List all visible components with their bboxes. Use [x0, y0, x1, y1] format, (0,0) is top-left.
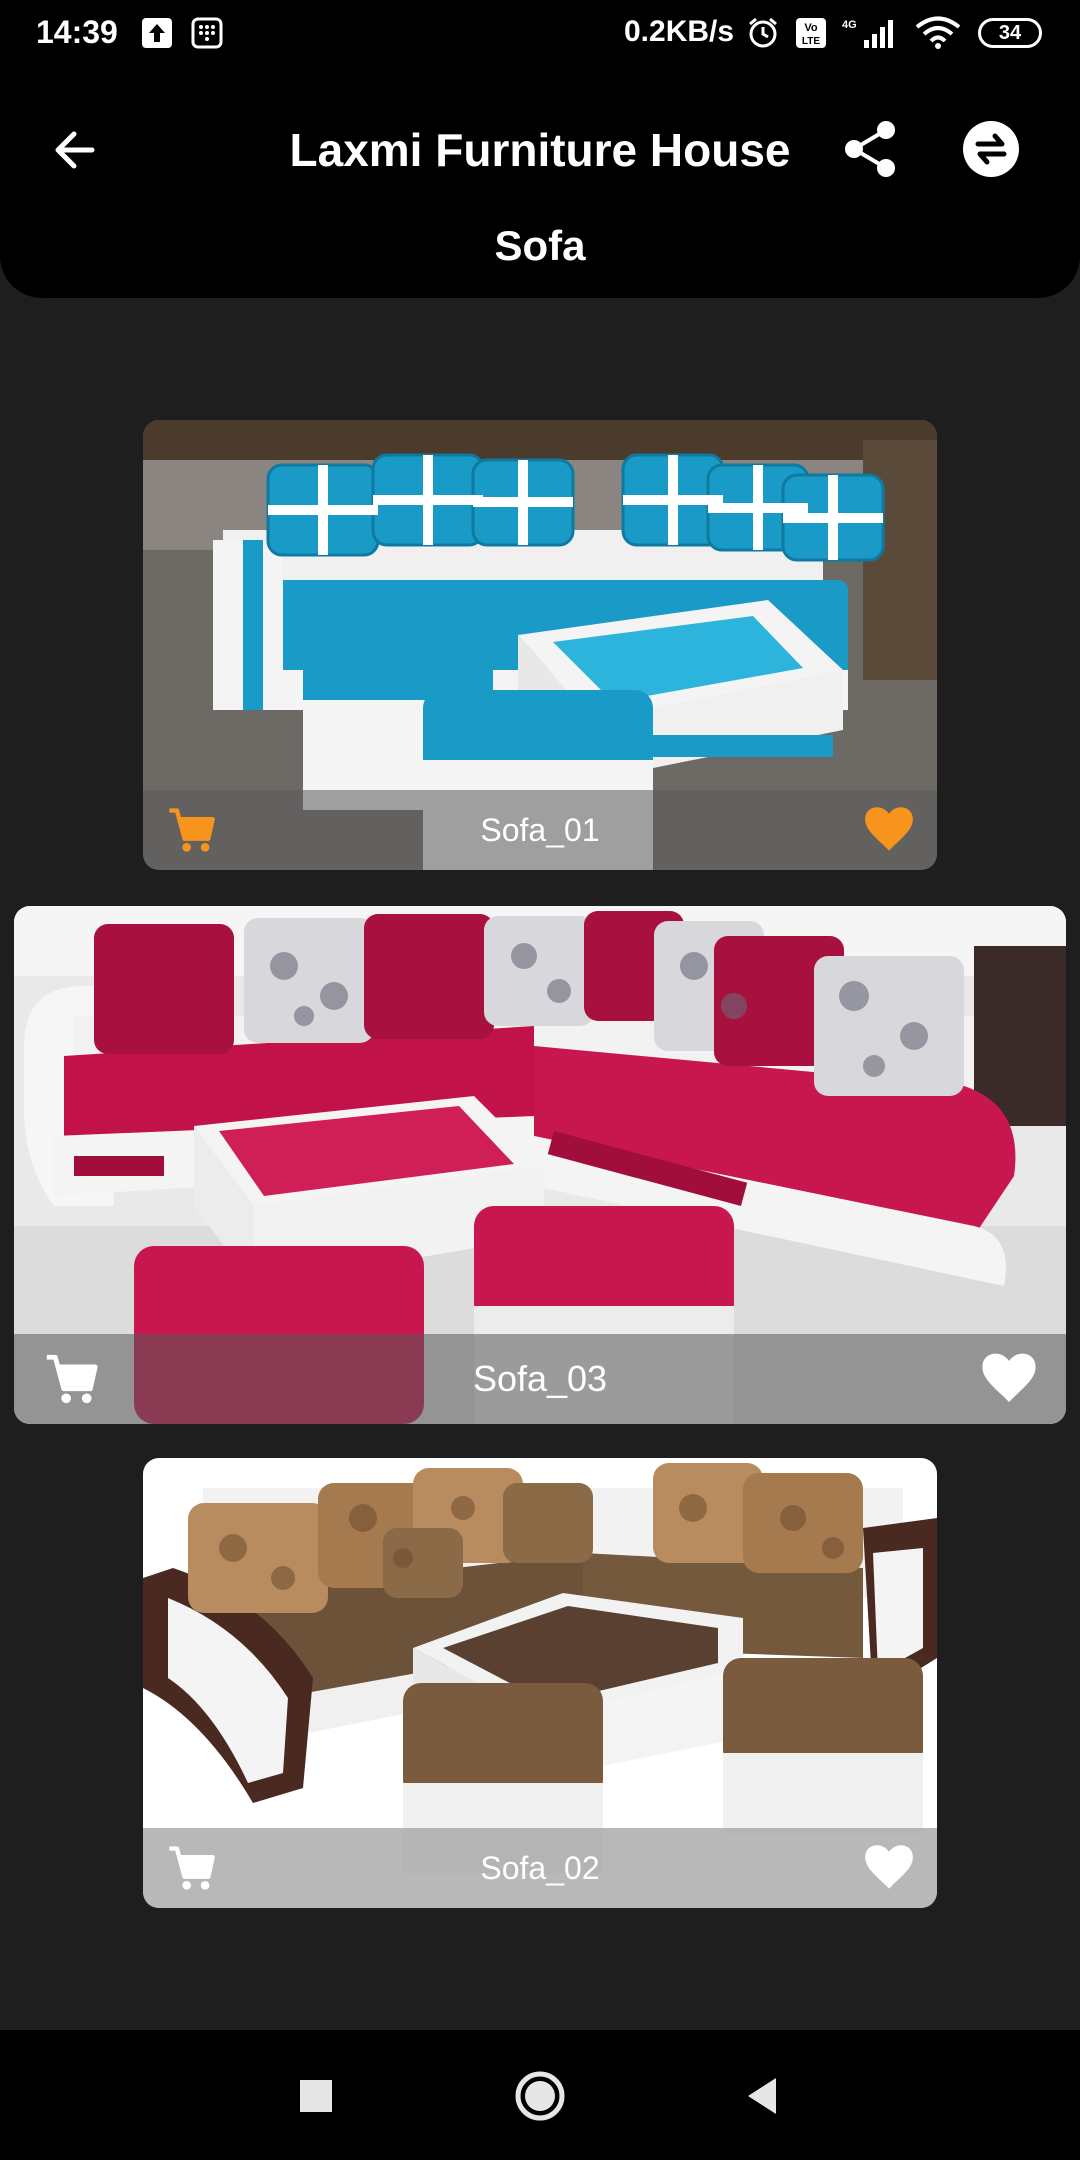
favorite-heart-icon[interactable] [863, 1842, 915, 1894]
alarm-icon [749, 17, 777, 48]
navigation-bar [0, 2030, 1080, 2160]
favorite-heart-icon[interactable] [980, 1350, 1038, 1408]
back-triangle-icon[interactable] [730, 2064, 794, 2128]
home-circle-icon[interactable] [508, 2064, 572, 2128]
status-bar: 14:39 0.2KB/s Vo LTE 4G 34 [0, 0, 1080, 66]
card-footer: Sofa_02 [143, 1828, 937, 1908]
cart-icon[interactable] [165, 804, 217, 856]
share-icon[interactable] [838, 116, 904, 182]
back-arrow-icon[interactable] [40, 114, 112, 186]
svg-text:LTE: LTE [802, 36, 820, 47]
cart-icon[interactable] [165, 1842, 217, 1894]
swap-icon[interactable] [958, 116, 1024, 182]
card-footer: Sofa_01 [143, 790, 937, 870]
cart-icon[interactable] [42, 1350, 100, 1408]
svg-text:Vo: Vo [804, 22, 818, 34]
battery-icon: 34 [978, 18, 1042, 48]
upload-icon [142, 18, 172, 48]
product-card[interactable]: Sofa_03 [14, 906, 1066, 1424]
product-name: Sofa_01 [480, 812, 600, 848]
signal-icon: 4G [842, 19, 893, 48]
product-card[interactable]: Sofa_02 [143, 1458, 937, 1908]
status-time: 14:39 [36, 14, 118, 50]
favorite-heart-icon[interactable] [863, 804, 915, 856]
svg-text:4G: 4G [842, 19, 857, 31]
network-speed: 0.2KB/s [624, 15, 735, 48]
product-name: Sofa_02 [480, 1850, 600, 1886]
app-bar: Laxmi Furniture House Sofa [0, 66, 1080, 298]
card-footer: Sofa_03 [14, 1334, 1066, 1424]
wifi-icon [915, 16, 961, 49]
page-title: Laxmi Furniture House [289, 124, 791, 176]
keypad-icon [191, 17, 223, 49]
volte-icon: Vo LTE [796, 18, 826, 48]
screen: 14:39 0.2KB/s Vo LTE 4G 34 Laxmi Furnitu… [0, 0, 1080, 2160]
category-title: Sofa [494, 222, 586, 269]
recents-square-icon[interactable] [284, 2064, 348, 2128]
product-name: Sofa_03 [472, 1358, 608, 1399]
product-card[interactable]: Sofa_01 [143, 420, 937, 870]
